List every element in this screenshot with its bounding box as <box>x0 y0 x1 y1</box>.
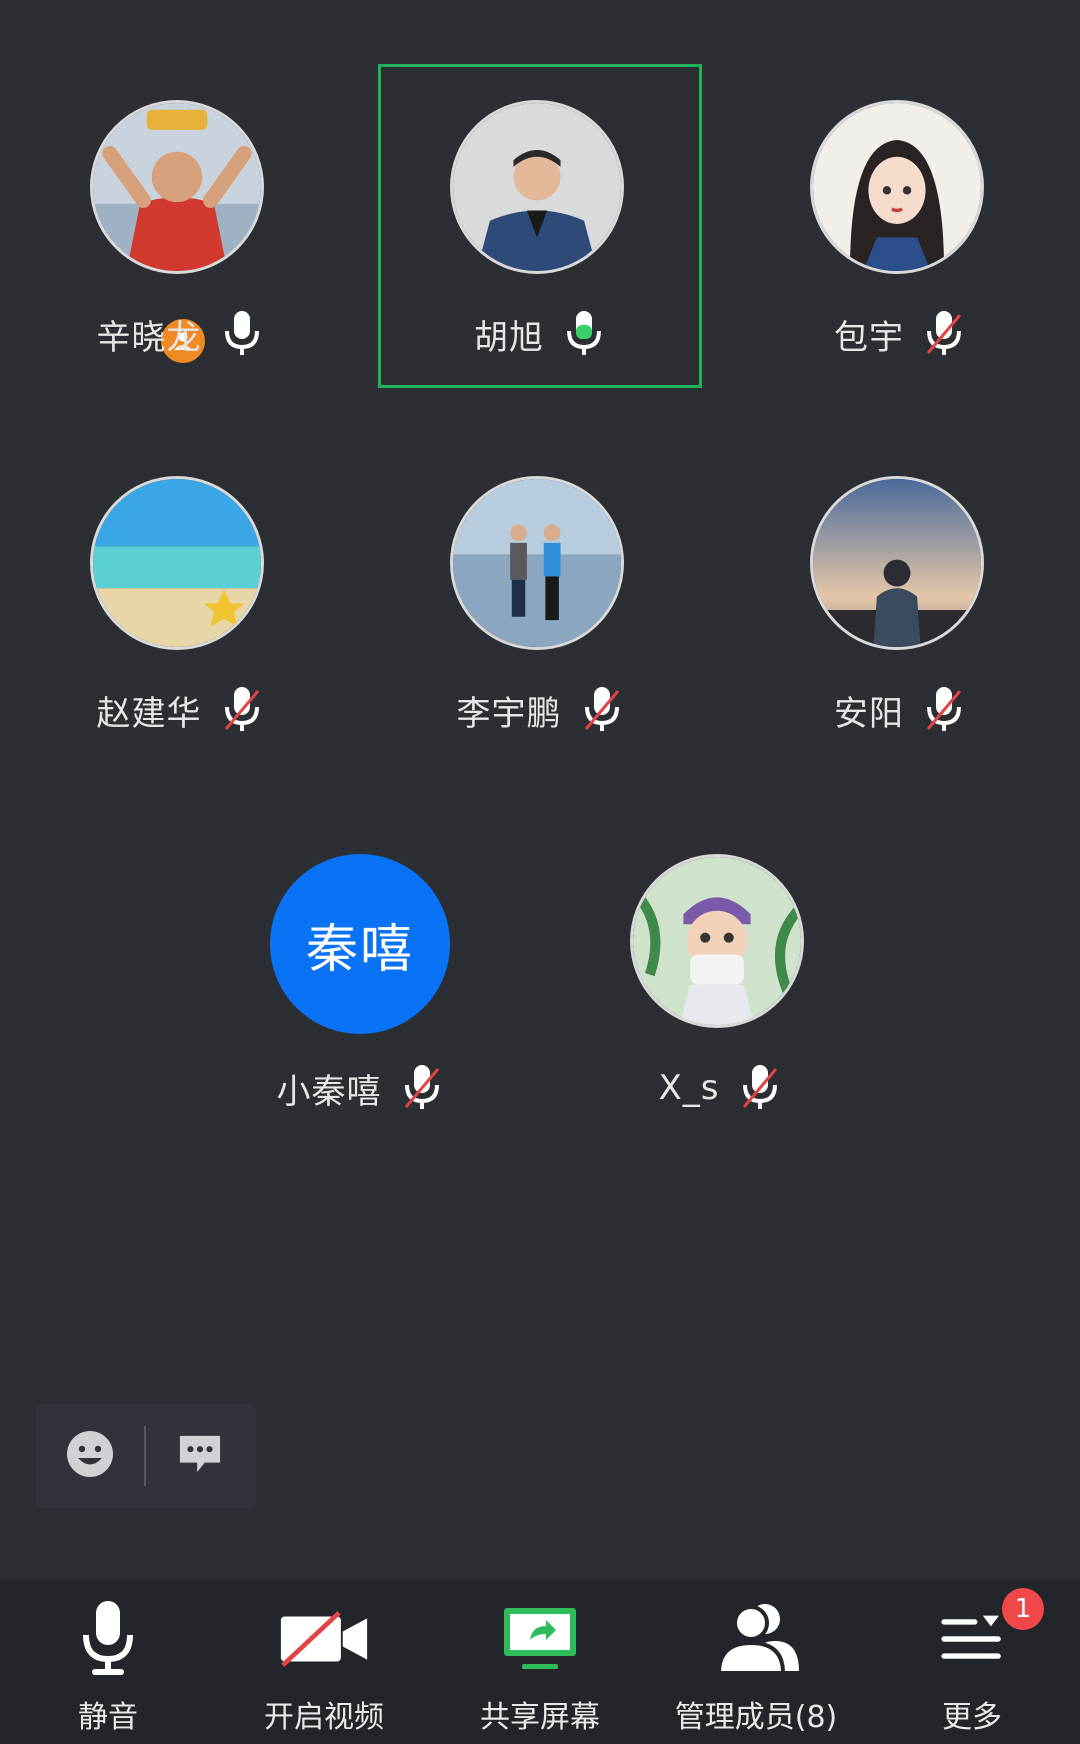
participant-tile[interactable]: 胡旭 <box>360 64 720 394</box>
avatar <box>90 100 264 274</box>
avatar <box>630 854 804 1028</box>
mute-button[interactable]: 静音 <box>0 1580 216 1744</box>
members-icon <box>711 1598 801 1680</box>
message-button[interactable] <box>146 1404 254 1508</box>
share-screen-button[interactable]: 共享屏幕 <box>432 1580 648 1744</box>
avatar <box>810 476 984 650</box>
participant-name: 安阳 <box>834 693 904 734</box>
participant-name: 胡旭 <box>474 317 544 358</box>
participant-grid: 辛晓龙 胡旭 包宇 赵建华 李宇鹏 安阳 秦嘻 小秦嘻 X_s <box>0 0 1080 1580</box>
more-label: 更多 <box>942 1700 1002 1735</box>
participant-tile[interactable]: 包宇 <box>720 64 1080 394</box>
participant-name: 小秦嘻 <box>276 1071 382 1112</box>
text-avatar: 秦嘻 <box>270 854 450 1034</box>
more-button[interactable]: 更多 1 <box>864 1580 1080 1744</box>
start-video-button[interactable]: 开启视频 <box>216 1580 432 1744</box>
message-icon <box>176 1432 224 1480</box>
video-off-icon <box>279 1598 369 1680</box>
emoji-icon <box>65 1429 115 1483</box>
participant-name: 赵建华 <box>96 693 202 734</box>
participant-tile[interactable]: 李宇鹏 <box>360 440 720 770</box>
avatar <box>90 476 264 650</box>
avatar <box>450 100 624 274</box>
mic-on-icon <box>220 309 264 359</box>
participant-tile[interactable]: 赵建华 <box>0 440 360 770</box>
avatar <box>810 100 984 274</box>
share-screen-label: 共享屏幕 <box>480 1700 600 1735</box>
share-screen-icon <box>495 1598 585 1680</box>
mic-muted-icon <box>220 685 264 735</box>
participant-name: X_s <box>658 1068 720 1108</box>
participant-name: 包宇 <box>834 317 904 358</box>
start-video-label: 开启视频 <box>264 1700 384 1735</box>
participant-name: 辛晓龙 <box>96 317 202 358</box>
manage-members-button[interactable]: 管理成员(8) <box>648 1580 864 1744</box>
participant-tile[interactable]: 安阳 <box>720 440 1080 770</box>
manage-members-label: 管理成员(8) <box>674 1700 838 1735</box>
participant-tile[interactable]: X_s <box>540 818 900 1148</box>
mic-speaking-icon <box>562 309 606 359</box>
mic-muted-icon <box>580 685 624 735</box>
mic-muted-icon <box>738 1063 782 1113</box>
avatar <box>450 476 624 650</box>
participant-name: 李宇鹏 <box>456 693 562 734</box>
emoji-button[interactable] <box>36 1404 144 1508</box>
participant-tile[interactable]: 秦嘻 小秦嘻 <box>180 818 540 1148</box>
mute-label: 静音 <box>78 1700 138 1735</box>
mic-muted-icon <box>922 685 966 735</box>
participant-tile[interactable]: 辛晓龙 <box>0 64 360 394</box>
meeting-toolbar: 静音 开启视频 共享屏幕 管理成员(8) 更多 1 <box>0 1580 1080 1744</box>
mic-muted-icon <box>400 1063 444 1113</box>
microphone-icon <box>63 1598 153 1680</box>
notification-badge: 1 <box>1002 1588 1044 1630</box>
reaction-chat-bar <box>36 1404 256 1508</box>
mic-muted-icon <box>922 309 966 359</box>
